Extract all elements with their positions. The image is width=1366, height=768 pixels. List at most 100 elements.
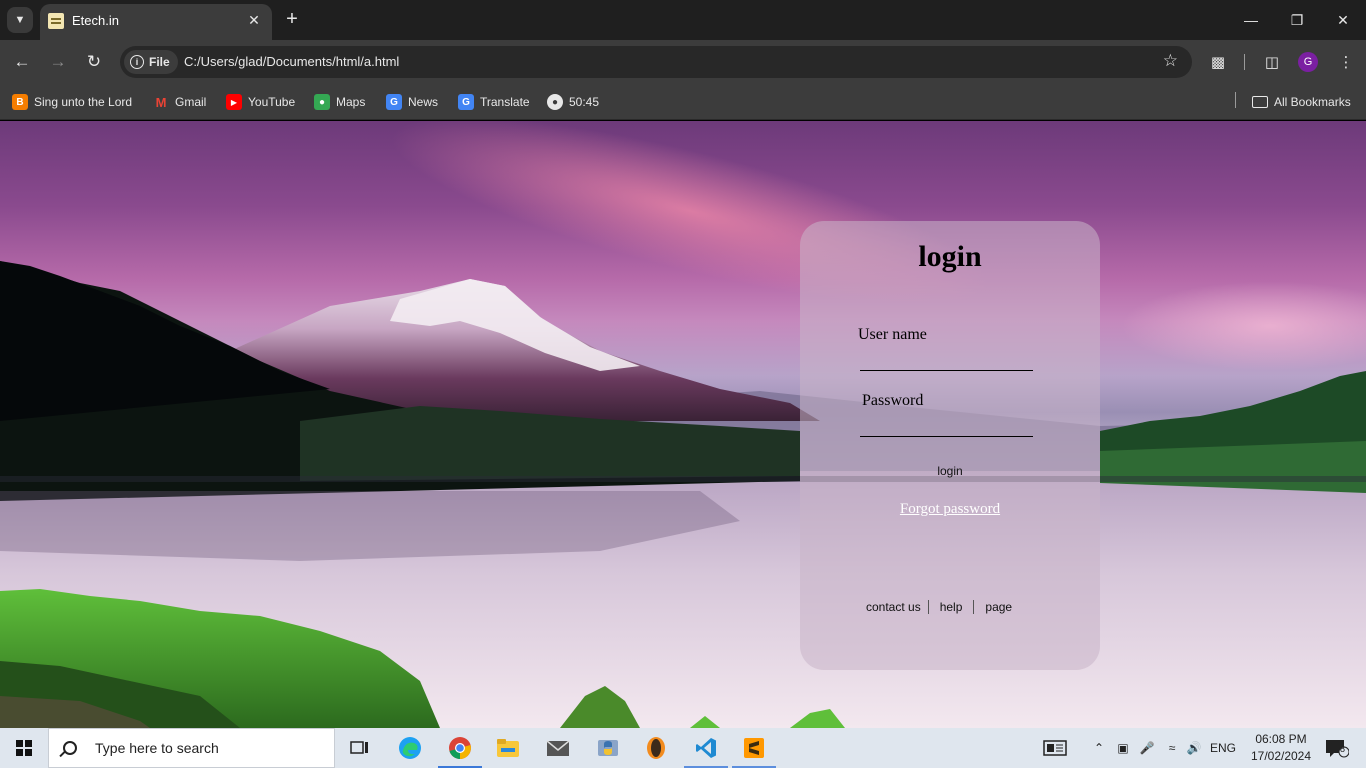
youtube-icon: ▶ — [226, 94, 242, 110]
bookmark-star-icon[interactable]: ☆ — [1163, 51, 1178, 71]
mail-taskbar-button[interactable] — [534, 728, 582, 768]
chevron-down-icon: ▼ — [14, 14, 26, 26]
bookmark-label: News — [408, 95, 439, 109]
task-view-button[interactable] — [336, 728, 384, 768]
start-button[interactable] — [0, 728, 48, 768]
bookmark-label: Translate — [480, 95, 530, 109]
chevron-up-icon: ⌃ — [1093, 741, 1105, 755]
clock-time: 06:08 PM — [1255, 732, 1307, 746]
restore-button[interactable]: ❐ — [1285, 8, 1309, 32]
password-input[interactable] — [860, 415, 1033, 437]
bookmark-label: YouTube — [248, 95, 296, 109]
edge-taskbar-button[interactable] — [386, 728, 434, 768]
url-text[interactable]: C:/Users/glad/Documents/html/a.html — [184, 54, 399, 69]
page-link[interactable]: page — [985, 600, 1012, 614]
news-widget-icon — [1043, 740, 1067, 756]
password-label: Password — [862, 392, 924, 409]
notification-icon — [1326, 740, 1349, 758]
microphone-icon[interactable]: 🎤 — [1138, 728, 1156, 768]
toolbar-divider — [1244, 54, 1245, 70]
task-view-icon — [350, 741, 368, 754]
login-button[interactable]: login — [800, 464, 1100, 478]
show-hidden-icons-button[interactable]: ⌃ — [1090, 728, 1108, 768]
chrome-taskbar-button[interactable] — [436, 728, 484, 768]
tray-app-icon[interactable]: ▣ — [1114, 728, 1132, 768]
fl-studio-taskbar-button[interactable] — [632, 728, 680, 768]
forward-button[interactable]: → — [46, 50, 70, 74]
news-icon: G — [386, 94, 402, 110]
back-button[interactable]: ← — [10, 50, 34, 74]
file-explorer-taskbar-button[interactable] — [484, 728, 532, 768]
bookmarks-bar: B Sing unto the Lord M Gmail ▶ YouTube ●… — [0, 84, 1366, 120]
wifi-icon[interactable]: ≈ — [1162, 728, 1182, 768]
reload-button[interactable]: ↻ — [82, 50, 106, 74]
system-clock[interactable]: 06:08 PM 17/02/2024 — [1238, 731, 1324, 765]
site-info-chip[interactable]: i File — [124, 50, 178, 74]
search-icon — [63, 741, 77, 755]
bookmark-item[interactable]: ● Maps — [314, 92, 365, 112]
link-divider — [927, 600, 929, 614]
taskbar-search-box[interactable] — [48, 728, 335, 768]
bookmark-label: 50:45 — [569, 95, 600, 109]
browser-toolbar: ← → ↻ i File C:/Users/glad/Documents/htm… — [0, 40, 1366, 84]
username-input[interactable] — [860, 349, 1033, 371]
bookmark-item[interactable]: G Translate — [458, 92, 530, 112]
tab-title: Etech.in — [72, 13, 119, 28]
bookmark-item[interactable]: M Gmail — [153, 92, 207, 112]
chrome-icon — [449, 737, 471, 759]
edge-icon — [399, 737, 421, 759]
windows-taskbar: ⌃ ▣ 🎤 ≈ 🔊 ENG 06:08 PM 17/02/2024 8 — [0, 728, 1366, 768]
bookmark-item[interactable]: ▶ YouTube — [226, 92, 295, 112]
restore-icon: ❐ — [1290, 11, 1304, 28]
all-bookmarks-button[interactable]: All Bookmarks — [1252, 92, 1351, 112]
language-indicator[interactable]: ENG — [1208, 728, 1238, 768]
tab-search-button[interactable]: ▼ — [7, 7, 33, 33]
taskbar-search-input[interactable] — [95, 740, 315, 756]
close-icon: ✕ — [1337, 11, 1349, 28]
vscode-taskbar-button[interactable] — [682, 728, 730, 768]
volume-icon[interactable]: 🔊 — [1184, 728, 1204, 768]
landscape-background — [0, 261, 1366, 728]
folder-icon — [497, 739, 519, 757]
news-widget-button[interactable] — [1040, 728, 1070, 768]
folder-icon — [1252, 96, 1268, 108]
bookmarks-divider — [1235, 92, 1236, 108]
minimize-button[interactable]: — — [1239, 8, 1263, 32]
login-card: login User name Password login Forgot pa… — [800, 221, 1100, 670]
windows-logo-icon — [16, 740, 32, 756]
fl-studio-icon — [647, 737, 665, 759]
login-title: login — [918, 240, 982, 273]
address-bar[interactable]: i File C:/Users/glad/Documents/html/a.ht… — [120, 46, 1192, 78]
blogger-icon: B — [12, 94, 28, 110]
side-panel-icon[interactable]: ◫ — [1260, 50, 1284, 74]
notifications-button[interactable]: 8 — [1322, 728, 1352, 768]
bookmark-item[interactable]: G News — [386, 92, 438, 112]
new-tab-button[interactable]: + — [281, 8, 303, 30]
page-favicon-icon — [48, 13, 64, 29]
page-viewport: login User name Password login Forgot pa… — [0, 121, 1366, 728]
vscode-icon — [696, 738, 716, 758]
extensions-icon[interactable]: ▩ — [1206, 50, 1230, 74]
info-icon: i — [130, 55, 144, 69]
contact-us-link[interactable]: contact us — [866, 600, 921, 614]
menu-kebab-icon[interactable]: ⋮ — [1334, 50, 1358, 74]
link-divider — [973, 600, 975, 614]
reload-icon: ↻ — [86, 52, 102, 71]
username-label: User name — [858, 326, 927, 343]
window-close-button[interactable]: ✕ — [1331, 8, 1355, 32]
plus-icon: + — [286, 7, 298, 30]
sublime-taskbar-button[interactable] — [730, 728, 778, 768]
gmail-icon: M — [155, 94, 167, 110]
active-tab[interactable]: Etech.in ✕ — [40, 4, 272, 40]
mail-icon — [546, 740, 570, 756]
tab-close-button[interactable]: ✕ — [244, 10, 264, 30]
help-link[interactable]: help — [940, 600, 963, 614]
profile-avatar[interactable]: G — [1298, 52, 1318, 72]
bookmark-item[interactable]: ● 50:45 — [547, 92, 599, 112]
bookmark-item[interactable]: B Sing unto the Lord — [12, 92, 132, 112]
python-icon — [598, 740, 618, 756]
python-taskbar-button[interactable] — [584, 728, 632, 768]
forgot-password-link[interactable]: Forgot password — [800, 501, 1100, 518]
arrow-right-icon: → — [49, 52, 67, 71]
globe-icon: ● — [547, 94, 563, 110]
